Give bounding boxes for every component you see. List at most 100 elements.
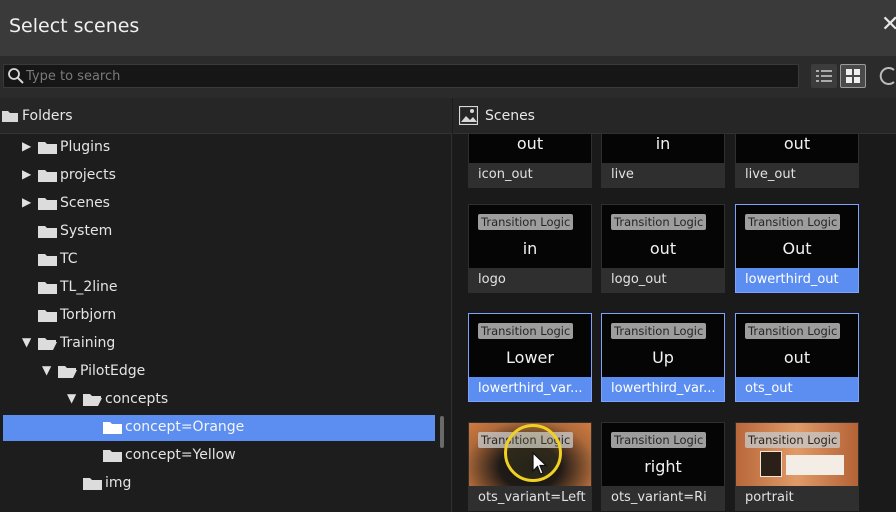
refresh-icon[interactable] — [878, 64, 896, 88]
scene-thumbnail: Transition Logic out — [736, 314, 858, 377]
scene-thumbnail: Transition Logic Lower — [469, 314, 591, 377]
scene-thumbnail: Transition Logic in — [469, 205, 591, 268]
search-box[interactable] — [3, 64, 799, 88]
scene-name: lowerthird_var... — [469, 377, 591, 401]
folder-icon — [38, 310, 57, 322]
open-folder-icon — [38, 338, 57, 350]
folder-icon — [103, 422, 122, 434]
collapse-arrow-icon[interactable]: ▼ — [67, 392, 76, 404]
scene-tile[interactable]: Transition Logic portrait — [735, 422, 859, 511]
scene-tile[interactable]: Transition Logic out logo_out — [601, 204, 725, 293]
transition-logic-badge: Transition Logic — [611, 214, 707, 230]
collapse-arrow-icon[interactable]: ▼ — [22, 336, 31, 348]
folder-item[interactable]: concept=Orange — [3, 415, 435, 441]
scene-thumbnail: Transition Logic — [736, 423, 858, 486]
scene-name: lowerthird_out — [736, 268, 858, 292]
folder-item[interactable]: TC — [3, 247, 435, 273]
scene-thumbnail: out — [736, 134, 858, 163]
collapse-arrow-icon[interactable]: ▼ — [42, 364, 51, 376]
thumbnail-text: out — [783, 134, 811, 153]
folder-icon — [38, 254, 57, 266]
thumbnail-text: Lower — [506, 348, 554, 367]
folder-item[interactable]: concept=Yellow — [3, 443, 435, 469]
scene-thumbnail: Transition Logic Up — [602, 314, 724, 377]
transition-logic-badge: Transition Logic — [478, 214, 574, 230]
folder-label: concepts — [105, 391, 169, 407]
folder-item[interactable]: System — [3, 219, 435, 245]
transition-logic-badge: Transition Logic — [745, 323, 841, 339]
list-view-button[interactable] — [811, 64, 837, 88]
portrait-photo — [760, 451, 782, 477]
transition-logic-badge: Transition Logic — [611, 323, 707, 339]
folder-icon — [38, 142, 57, 154]
folder-item[interactable]: Torbjorn — [3, 303, 435, 329]
folder-icon — [38, 282, 57, 294]
thumbnail-text: right — [644, 457, 682, 476]
folder-icon — [38, 226, 57, 238]
scene-name: ots_variant=Left — [478, 490, 586, 505]
transition-logic-badge: Transition Logic — [611, 432, 707, 448]
folder-item[interactable]: ▶ projects — [3, 163, 435, 189]
folder-item[interactable]: TL_2line — [3, 275, 435, 301]
folder-label: Scenes — [60, 195, 110, 211]
folder-label: concept=Yellow — [125, 447, 236, 463]
folder-item[interactable]: ▼ Training — [3, 331, 435, 357]
thumbnail-text: out — [783, 348, 811, 367]
folder-item[interactable]: ▼ concepts — [3, 387, 435, 413]
portrait-text-card — [786, 455, 844, 475]
scene-tile[interactable]: Transition Logic Out lowerthird_out — [735, 204, 859, 293]
scene-name: logo — [478, 272, 506, 287]
expand-arrow-icon[interactable]: ▶ — [22, 168, 31, 180]
expand-arrow-icon[interactable]: ▶ — [22, 196, 31, 208]
folder-item[interactable]: img — [3, 471, 435, 497]
search-input[interactable] — [26, 67, 786, 85]
folder-icon — [2, 111, 18, 122]
transition-logic-badge: Transition Logic — [745, 432, 841, 448]
close-icon[interactable]: ✕ — [881, 14, 896, 36]
scene-name: portrait — [745, 490, 794, 505]
folder-item[interactable]: ▶ Plugins — [3, 135, 435, 161]
scene-tile[interactable]: out live_out — [735, 133, 859, 188]
folder-label: PilotEdge — [80, 363, 146, 379]
grid-view-button[interactable] — [840, 64, 866, 88]
scene-thumbnail: Transition Logic right — [602, 423, 724, 486]
scenes-header-label: Scenes — [485, 108, 535, 124]
scene-thumbnail: Transition Logic Out — [736, 205, 858, 268]
scene-tile[interactable]: Transition Logic in logo — [468, 204, 592, 293]
folder-label: Training — [60, 335, 116, 351]
transition-logic-badge: Transition Logic — [478, 323, 574, 339]
scenes-icon — [459, 106, 478, 125]
grid-view-icon — [846, 69, 860, 83]
folder-label: System — [60, 223, 113, 239]
open-folder-icon — [58, 366, 77, 378]
folders-panel: Folders ▶ Plugins ▶ projects ▶ Scenes System TC… — [0, 98, 452, 512]
scene-tile[interactable]: out icon_out — [468, 133, 592, 188]
scene-tile[interactable]: Transition Logic right ots_variant=Ri — [601, 422, 725, 511]
folder-label: TC — [60, 251, 78, 267]
scene-tile[interactable]: Transition Logic Lower lowerthird_var... — [468, 313, 592, 402]
folder-label: projects — [60, 167, 116, 183]
dialog-title: Select scenes — [9, 15, 140, 37]
folder-item[interactable]: ▶ Scenes — [3, 191, 435, 217]
scene-tile[interactable]: in live — [601, 133, 725, 188]
folder-item[interactable]: ▼ PilotEdge — [3, 359, 435, 385]
transition-logic-badge: Transition Logic — [745, 214, 841, 230]
folder-tree-scrollbar[interactable] — [440, 416, 444, 448]
expand-arrow-icon[interactable]: ▶ — [22, 140, 31, 152]
thumbnail-text: out — [649, 239, 677, 258]
folder-label: img — [105, 475, 132, 491]
folder-label: TL_2line — [60, 279, 118, 295]
folder-icon — [83, 478, 102, 490]
scene-name: ots_variant=Ri — [611, 490, 707, 505]
scene-thumbnail: out — [469, 134, 591, 163]
scene-tile[interactable]: Transition Logic out ots_out — [735, 313, 859, 402]
thumbnail-text: in — [655, 134, 671, 153]
thumbnail-text: out — [516, 134, 544, 153]
thumbnail-text: Up — [652, 348, 674, 367]
scenes-header: Scenes — [453, 98, 896, 134]
scene-thumbnail: in — [602, 134, 724, 163]
scene-tile[interactable]: Transition Logic Up lowerthird_var... — [601, 313, 725, 402]
scene-name: logo_out — [611, 272, 667, 287]
thumbnail-text: in — [522, 239, 538, 258]
thumbnail-text: Out — [782, 239, 812, 258]
